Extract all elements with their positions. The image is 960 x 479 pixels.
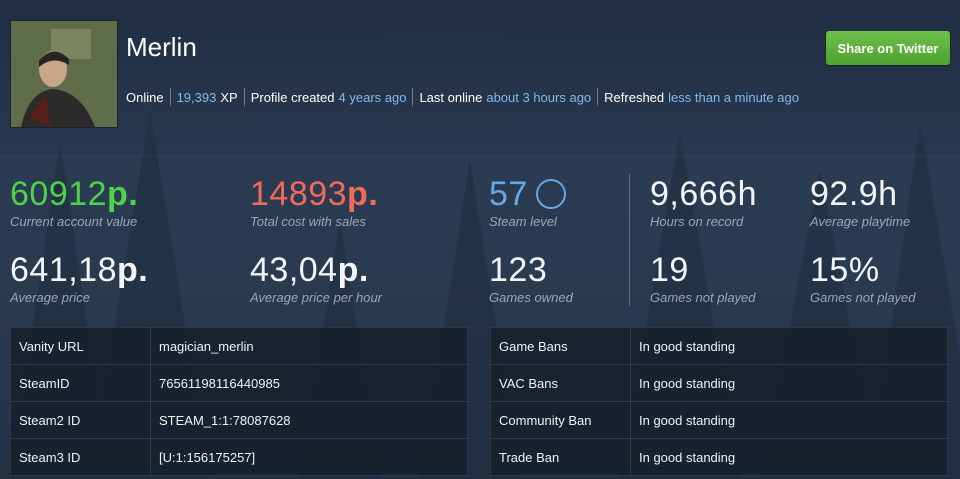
avg-playtime-label: Average playtime [810,214,911,229]
divider [243,88,245,106]
table-row: Game Bans In good standing [490,327,948,365]
stat-avg-price-hour: 43,04p. Average price per hour [250,252,382,305]
account-value-unit: p. [107,175,139,213]
xp-unit: XP [220,89,238,105]
table-value: In good standing [630,438,948,476]
not-played-pct-number: 15% [810,251,880,289]
last-online-value[interactable]: about 3 hours ago [486,90,591,105]
table-key: Game Bans [490,327,631,365]
steam-level-label: Steam level [489,214,557,229]
stat-avg-playtime: 92.9h Average playtime [810,176,910,229]
table-row: VAC Bans In good standing [490,364,948,402]
avg-price-hour-number: 43,04 [250,251,338,289]
table-value: In good standing [630,401,948,439]
avatar[interactable] [10,20,118,128]
last-online-label: Last online [419,89,483,105]
profile-created-value[interactable]: 4 years ago [339,90,407,105]
stat-not-played-pct: 15% Games not played [810,252,916,305]
table-key: SteamID [10,364,151,402]
steam-level-ring-icon [535,179,566,210]
table-key: Trade Ban [490,438,631,476]
total-cost-unit: p. [347,175,379,213]
table-value: magician_merlin [150,327,468,365]
profile-info-line: Online 19,393 XP Profile created 4 years… [126,88,799,106]
stat-avg-price: 641,18p. Average price [10,252,148,305]
table-value: In good standing [630,364,948,402]
profile-name: Merlin [126,32,197,62]
account-value-label: Current account value [10,214,138,229]
divider [169,88,171,106]
stat-not-played: 19 Games not played [650,252,756,305]
table-key: Steam2 ID [10,401,151,439]
share-twitter-button[interactable]: Share on Twitter [826,31,950,65]
avg-price-label: Average price [10,290,90,305]
games-owned-label: Games owned [489,290,573,305]
bans-table: Game Bans In good standing VAC Bans In g… [490,327,948,476]
xp-value[interactable]: 19,393 [177,90,217,105]
table-key: Steam3 ID [10,438,151,476]
total-cost-label: Total cost with sales [250,214,366,229]
table-key: VAC Bans [490,364,631,402]
table-row: Community Ban In good standing [490,401,948,439]
table-key: Vanity URL [10,327,151,365]
divider [597,88,599,106]
stat-games-owned: 123 Games owned [489,252,573,305]
hours-number: 9,666h [650,175,757,213]
stats-divider [629,174,630,306]
table-row: Steam3 ID [U:1:156175257] [10,438,468,476]
table-row: Trade Ban In good standing [490,438,948,476]
avg-playtime-number: 92.9h [810,175,898,213]
table-row: Steam2 ID STEAM_1:1:78087628 [10,401,468,439]
not-played-pct-label: Games not played [810,290,916,305]
not-played-number: 19 [650,251,689,289]
steam-ids-table: Vanity URL magician_merlin SteamID 76561… [10,327,468,476]
avg-price-hour-label: Average price per hour [250,290,383,305]
avg-price-hour-unit: p. [337,251,369,289]
avatar-portrait-icon [11,21,117,127]
refreshed-label: Refreshed [604,89,665,105]
table-value: In good standing [630,327,948,365]
total-cost-number: 14893 [250,175,348,213]
steam-level-number: 57 [489,175,528,213]
avg-price-number: 641,18 [10,251,117,289]
table-row: Vanity URL magician_merlin [10,327,468,365]
profile-header: Merlin Online 19,393 XP Profile created … [0,0,960,156]
hours-label: Hours on record [650,214,744,229]
not-played-label: Games not played [650,290,756,305]
stat-total-cost: 14893p. Total cost with sales [250,176,378,229]
table-value: STEAM_1:1:78087628 [150,401,468,439]
divider [412,88,414,106]
table-key: Community Ban [490,401,631,439]
table-value: 76561198116440985 [150,364,468,402]
profile-created-label: Profile created [250,89,335,105]
stat-steam-level: 57 Steam level [489,176,566,229]
avg-price-unit: p. [117,251,149,289]
games-owned-number: 123 [489,251,548,289]
table-value: [U:1:156175257] [150,438,468,476]
account-value-number: 60912 [10,175,108,213]
online-status: Online [126,89,164,105]
stat-hours: 9,666h Hours on record [650,176,757,229]
table-row: SteamID 76561198116440985 [10,364,468,402]
refreshed-value[interactable]: less than a minute ago [668,90,799,105]
stat-account-value: 60912p. Current account value [10,176,138,229]
